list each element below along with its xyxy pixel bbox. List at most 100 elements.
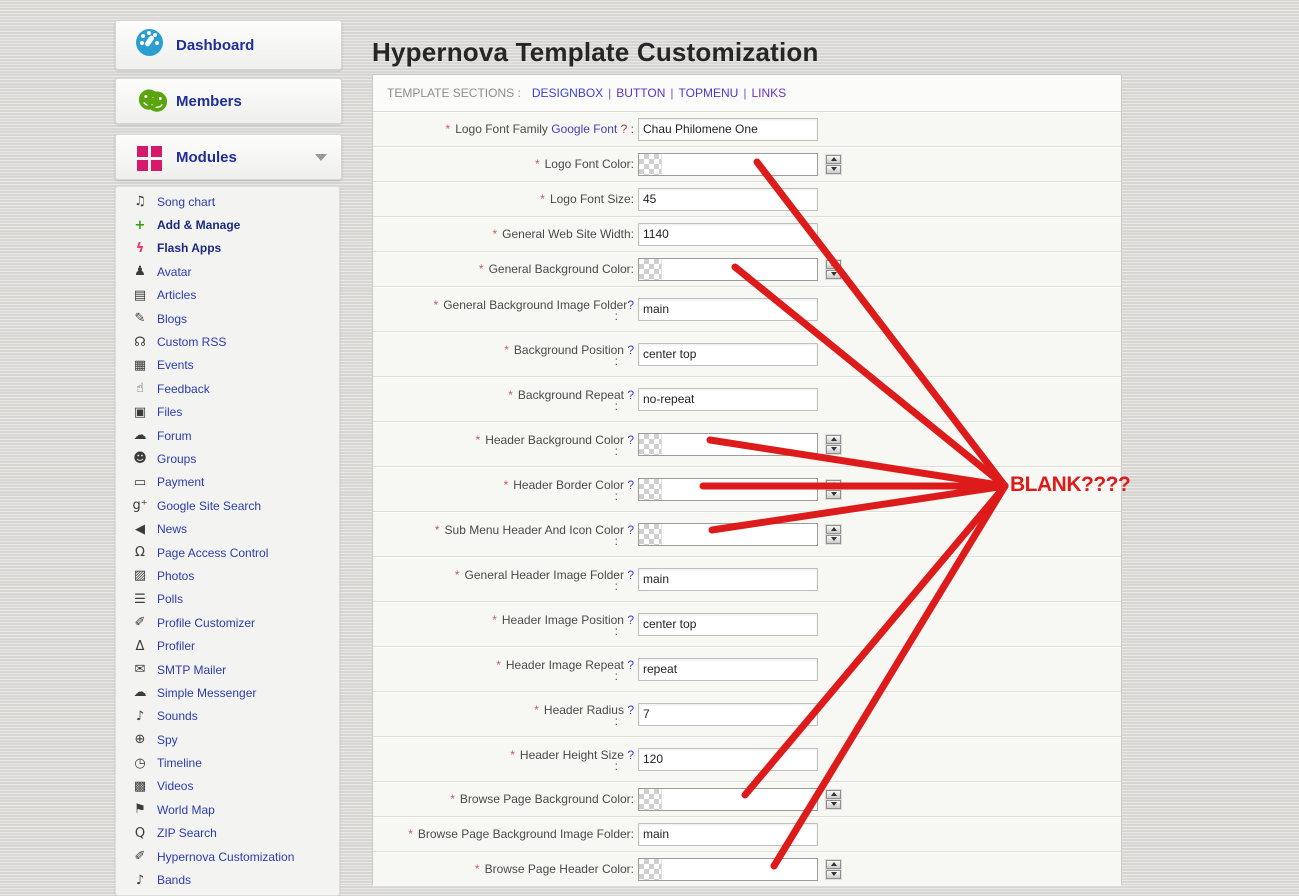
header-image-position-input[interactable] [638,613,818,636]
sidebar-module-profiler[interactable]: ΔProfiler [116,634,339,657]
sidebar-module-polls[interactable]: ☰Polls [116,588,339,611]
sidebar-module-news[interactable]: ◀News [116,517,339,540]
header-border-color-color-picker[interactable] [638,478,818,501]
browse-page-background-color-input[interactable] [662,789,825,810]
general-background-color-input[interactable] [662,259,825,280]
sub-menu-header-and-icon-color-color-picker[interactable] [638,523,818,546]
sidebar-module-flash-apps[interactable]: ϟFlash Apps [116,237,339,260]
sidebar-module-blogs[interactable]: ✎Blogs [116,307,339,330]
logo-font-family-input[interactable] [638,118,818,141]
header-background-color-color-picker[interactable] [638,433,818,456]
help-question-link[interactable]: ? [627,478,634,492]
spinner-down-button[interactable] [826,165,841,174]
general-web-site-width-input[interactable] [638,223,818,246]
header-radius-input[interactable] [638,703,818,726]
spinner-up-button[interactable] [826,860,841,869]
spinner-up-button[interactable] [826,525,841,534]
section-link-button[interactable]: BUTTON [616,86,665,100]
sidebar-module-photos[interactable]: ▨Photos [116,564,339,587]
logo-font-size-input[interactable] [638,188,818,211]
section-link-designbox[interactable]: DESIGNBOX [532,86,603,100]
sidebar-module-song-chart[interactable]: ♫Song chart [116,190,339,213]
form-row-browse-page-background-image-folder: *Browse Page Background Image Folder: [373,817,1121,852]
sidebar-item-members[interactable]: ☻ Members [115,78,342,124]
sidebar-module-world-map[interactable]: ⚑World Map [116,798,339,821]
spinner-up-button[interactable] [826,480,841,489]
sidebar-module-articles[interactable]: ▤Articles [116,284,339,307]
sidebar-module-feedback[interactable]: ☝Feedback [116,377,339,400]
help-question-link[interactable]: ? [627,703,634,717]
list-lines-icon: ☰ [130,592,150,607]
sidebar-module-google-site-search[interactable]: g⁺Google Site Search [116,494,339,517]
general-header-image-folder-input[interactable] [638,568,818,591]
sidebar-module-page-access-control[interactable]: ΩPage Access Control [116,541,339,564]
sidebar-module-events[interactable]: ▦Events [116,354,339,377]
sidebar-module-hypernova-customization[interactable]: ✐Hypernova Customization [116,845,339,868]
spinner-down-button[interactable] [826,800,841,809]
help-question-link[interactable]: ? [627,388,634,402]
help-question-link[interactable]: ? [627,613,634,627]
help-question-link[interactable]: ? [627,433,634,447]
help-question-link[interactable]: ? [627,658,634,672]
header-border-color-input[interactable] [662,479,825,500]
help-question-link[interactable]: ? [627,568,634,582]
spinner-down-button[interactable] [826,870,841,879]
sidebar-module-simple-messenger[interactable]: ☁Simple Messenger [116,681,339,704]
sidebar-module-files[interactable]: ▣Files [116,401,339,424]
sidebar-module-zip-search[interactable]: QZIP Search [116,822,339,845]
background-repeat-input[interactable] [638,388,818,411]
sidebar-module-profile-customizer[interactable]: ✐Profile Customizer [116,611,339,634]
sidebar-module-spy[interactable]: ⊕Spy [116,728,339,751]
header-background-color-input[interactable] [662,434,825,455]
field-label: *Browse Page Background Color: [373,782,638,816]
help-question-link[interactable]: ? [627,523,634,537]
transparency-checker-swatch[interactable] [639,524,662,545]
header-image-repeat-input[interactable] [638,658,818,681]
help-question-link[interactable]: ? [627,748,634,762]
spinner-down-button[interactable] [826,490,841,499]
transparency-checker-swatch[interactable] [639,859,662,880]
sidebar-module-smtp-mailer[interactable]: ✉SMTP Mailer [116,658,339,681]
spinner-up-button[interactable] [826,260,841,269]
spinner-down-button[interactable] [826,535,841,544]
transparency-checker-swatch[interactable] [639,789,662,810]
sidebar-module-avatar[interactable]: ♟Avatar [116,260,339,283]
transparency-checker-swatch[interactable] [639,479,662,500]
chevron-down-icon[interactable] [315,154,327,161]
spinner-down-button[interactable] [826,445,841,454]
logo-font-color-color-picker[interactable] [638,153,818,176]
sidebar-module-payment[interactable]: ▭Payment [116,471,339,494]
background-position-input[interactable] [638,343,818,366]
sidebar-module-forum[interactable]: ☁Forum [116,424,339,447]
transparency-checker-swatch[interactable] [639,259,662,280]
logo-font-color-input[interactable] [662,154,825,175]
section-link-links[interactable]: LINKS [751,86,786,100]
section-link-topmenu[interactable]: TOPMENU [679,86,739,100]
sidebar-module-videos[interactable]: ▩Videos [116,775,339,798]
spinner-down-button[interactable] [826,270,841,279]
help-question-link[interactable]: ? [627,343,634,357]
browse-page-header-color-color-picker[interactable] [638,858,818,881]
sidebar-module-custom-rss[interactable]: ☊Custom RSS [116,330,339,353]
general-background-image-folder-input[interactable] [638,298,818,321]
spinner-up-button[interactable] [826,155,841,164]
browse-page-header-color-input[interactable] [662,859,825,880]
sidebar-module-add-manage[interactable]: +Add & Manage [116,213,339,236]
transparency-checker-swatch[interactable] [639,434,662,455]
sidebar-module-bands[interactable]: ♪Bands [116,868,339,891]
general-background-color-color-picker[interactable] [638,258,818,281]
spinner-up-button[interactable] [826,790,841,799]
browse-page-background-image-folder-input[interactable] [638,823,818,846]
browse-page-background-color-color-picker[interactable] [638,788,818,811]
sub-menu-header-and-icon-color-input[interactable] [662,524,825,545]
help-question-link[interactable]: ? [627,298,634,312]
sidebar-item-modules[interactable]: Modules [115,134,342,180]
sidebar-module-sounds[interactable]: ♪Sounds [116,705,339,728]
transparency-checker-swatch[interactable] [639,154,662,175]
header-height-size-input[interactable] [638,748,818,771]
sidebar-item-dashboard[interactable]: Dashboard [115,20,342,70]
sidebar-module-groups[interactable]: ☻Groups [116,447,339,470]
sidebar-module-timeline[interactable]: ◷Timeline [116,751,339,774]
google-font-link[interactable]: Google Font [551,122,617,136]
spinner-up-button[interactable] [826,435,841,444]
